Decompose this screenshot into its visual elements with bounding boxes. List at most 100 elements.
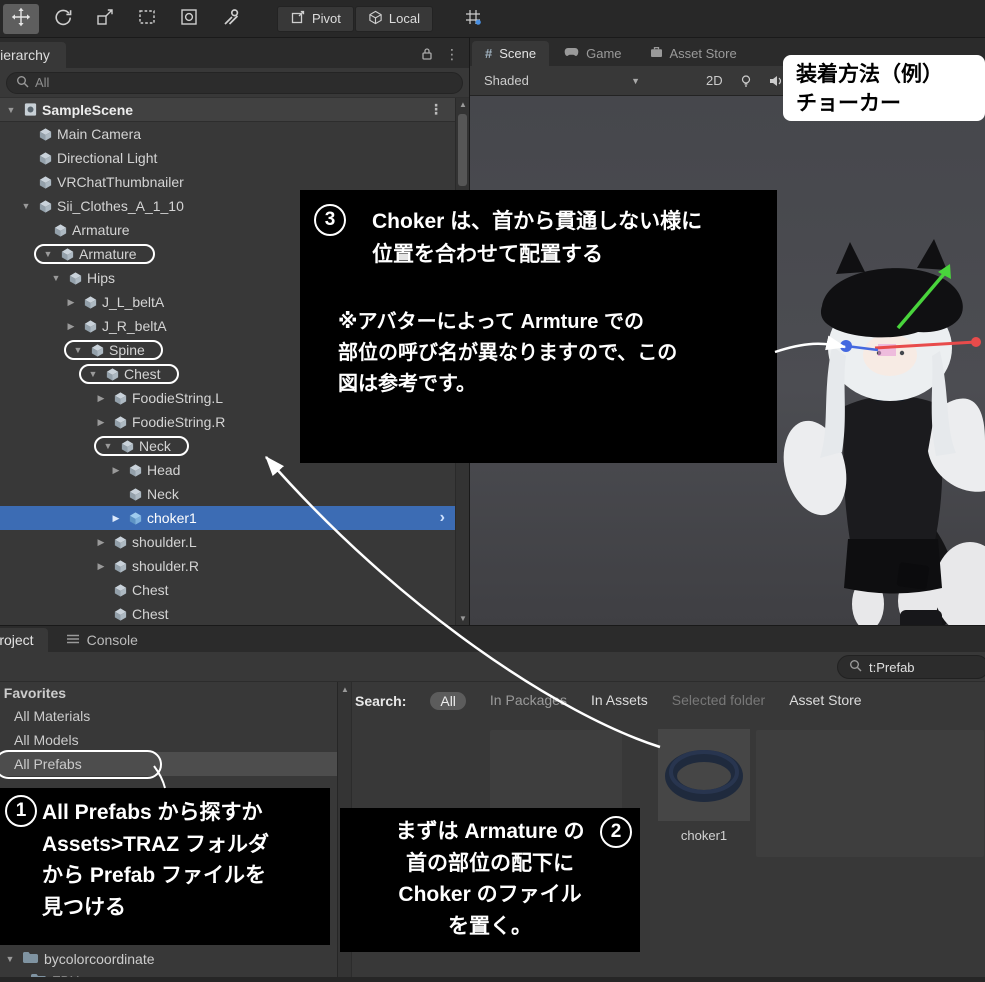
gamepad-icon bbox=[564, 46, 579, 61]
asset-tile-placeholder bbox=[756, 730, 984, 857]
tab-console-label: Console bbox=[87, 632, 138, 648]
project-search-input[interactable]: t:Prefab bbox=[837, 655, 985, 679]
foldout-open-icon[interactable]: ▼ bbox=[101, 441, 115, 451]
foldout-closed-icon[interactable]: ▶ bbox=[94, 393, 108, 404]
search-scope-asset-store[interactable]: Asset Store bbox=[789, 692, 861, 710]
lighting-toggle-icon[interactable] bbox=[739, 74, 753, 88]
shading-mode-label: Shaded bbox=[484, 73, 529, 88]
hierarchy-search-input[interactable]: All bbox=[6, 72, 463, 94]
hierarchy-item-shoulder-r[interactable]: ▶shoulder.R bbox=[0, 554, 455, 578]
hierarchy-item-shoulder-l[interactable]: ▶shoulder.L bbox=[0, 530, 455, 554]
rotate-tool-button[interactable] bbox=[45, 4, 81, 34]
foldout-closed-icon[interactable]: ▶ bbox=[94, 537, 108, 548]
scrollbar-thumb[interactable] bbox=[458, 114, 467, 186]
favorites-item-all-prefabs[interactable]: All Prefabs bbox=[0, 752, 337, 776]
annotation-text: 首の部位の配下に bbox=[350, 848, 630, 880]
tab-asset-store[interactable]: Asset Store bbox=[637, 41, 750, 66]
hierarchy-item-directional-light[interactable]: Directional Light bbox=[0, 146, 455, 170]
hierarchy-item-label: Armature bbox=[79, 246, 137, 262]
annotation-text: All Prefabs から探すか bbox=[42, 797, 322, 829]
annotation-text: から Prefab ファイルを bbox=[42, 860, 322, 892]
lock-icon[interactable] bbox=[421, 47, 433, 63]
transform-tool-button[interactable] bbox=[171, 4, 207, 34]
move-tool-button[interactable] bbox=[3, 4, 39, 34]
cube-icon bbox=[37, 174, 53, 190]
foldout-open-icon[interactable]: ▼ bbox=[41, 249, 55, 259]
tab-project-label: Project bbox=[0, 632, 34, 648]
hierarchy-item-neck[interactable]: Neck bbox=[0, 482, 455, 506]
foldout-closed-icon[interactable]: ▶ bbox=[109, 513, 123, 524]
foldout-closed-icon[interactable]: ▶ bbox=[94, 417, 108, 428]
cube-icon bbox=[112, 390, 128, 406]
scroll-up-icon[interactable]: ▲ bbox=[338, 685, 352, 694]
search-scope-in-assets[interactable]: In Assets bbox=[591, 692, 648, 710]
hierarchy-item-label: FoodieString.L bbox=[132, 390, 223, 406]
asset-label: choker1 bbox=[658, 828, 750, 843]
tab-scene-label: Scene bbox=[499, 46, 536, 61]
tab-hierarchy[interactable]: Hierarchy bbox=[0, 42, 66, 68]
project-tab-bar: Project Console bbox=[0, 626, 985, 652]
favorites-header[interactable]: ★ Favorites bbox=[0, 682, 337, 704]
rect-tool-button[interactable] bbox=[129, 4, 165, 34]
pivot-toggle-button[interactable]: Pivot bbox=[277, 6, 354, 32]
annotation-text: 見つける bbox=[42, 892, 322, 924]
annotation-text: を置く。 bbox=[350, 911, 630, 943]
scroll-down-icon[interactable]: ▼ bbox=[456, 614, 470, 623]
wrench-hammer-icon bbox=[221, 7, 241, 30]
foldout-open-icon[interactable]: ▼ bbox=[71, 345, 85, 355]
foldout-closed-icon[interactable]: ▶ bbox=[64, 297, 78, 308]
audio-toggle-icon[interactable] bbox=[769, 75, 783, 87]
hierarchy-item-chest[interactable]: Chest bbox=[0, 602, 455, 625]
search-icon bbox=[849, 659, 862, 675]
rotate-icon bbox=[53, 7, 73, 30]
hierarchy-item-label: Neck bbox=[147, 486, 179, 502]
grid-snap-button[interactable] bbox=[455, 4, 491, 34]
grid-icon bbox=[464, 8, 482, 29]
foldout-open-icon[interactable]: ▼ bbox=[4, 954, 16, 964]
shading-mode-dropdown[interactable]: Shaded ▼ bbox=[476, 70, 648, 92]
favorites-item-all-materials[interactable]: All Materials bbox=[0, 704, 337, 728]
tab-game[interactable]: Game bbox=[551, 41, 634, 66]
kebab-menu-icon[interactable]: ⋮ bbox=[429, 101, 443, 118]
hierarchy-item-label: VRChatThumbnailer bbox=[57, 174, 184, 190]
cube-icon bbox=[112, 606, 128, 622]
search-scope-selected-folder[interactable]: Selected folder bbox=[672, 692, 765, 710]
scroll-up-icon[interactable]: ▲ bbox=[456, 100, 470, 109]
annotation-step1: 1 All Prefabs から探すか Assets>TRAZ フォルダ から … bbox=[0, 788, 330, 945]
folder-row-bycolorcoordinate[interactable]: ▼ bycolorcoordinate bbox=[4, 948, 155, 970]
hierarchy-item-main-camera[interactable]: Main Camera bbox=[0, 122, 455, 146]
status-strip bbox=[0, 977, 985, 982]
hierarchy-item-chest[interactable]: Chest bbox=[0, 578, 455, 602]
tab-scene[interactable]: # Scene bbox=[472, 41, 549, 66]
foldout-open-icon[interactable]: ▼ bbox=[49, 273, 63, 283]
foldout-closed-icon[interactable]: ▶ bbox=[94, 561, 108, 572]
hierarchy-item-label: Chest bbox=[132, 606, 169, 622]
cube-icon bbox=[127, 462, 143, 478]
search-scope-all[interactable]: All bbox=[430, 692, 466, 710]
tab-project[interactable]: Project bbox=[0, 628, 48, 652]
cube-icon bbox=[104, 366, 120, 382]
foldout-closed-icon[interactable]: ▶ bbox=[109, 465, 123, 476]
foldout-closed-icon[interactable]: ▶ bbox=[64, 321, 78, 332]
step2-number-badge: 2 bbox=[600, 816, 632, 848]
asset-tile-choker1[interactable]: choker1 bbox=[658, 729, 750, 843]
hierarchy-item-label: J_R_beltA bbox=[102, 318, 167, 334]
hierarchy-item-samplescene[interactable]: ▼SampleScene⋮ bbox=[0, 98, 455, 122]
foldout-open-icon[interactable]: ▼ bbox=[4, 105, 18, 115]
custom-tools-button[interactable] bbox=[213, 4, 249, 34]
favorites-item-all-models[interactable]: All Models bbox=[0, 728, 337, 752]
2d-toggle-button[interactable]: 2D bbox=[706, 73, 723, 88]
cube-icon bbox=[112, 582, 128, 598]
search-scope-in-packages[interactable]: In Packages bbox=[490, 692, 567, 710]
scale-tool-button[interactable] bbox=[87, 4, 123, 34]
hierarchy-item-choker1[interactable]: ▶choker1› bbox=[0, 506, 455, 530]
tab-console[interactable]: Console bbox=[52, 628, 152, 652]
step1-number-badge: 1 bbox=[5, 795, 37, 827]
foldout-open-icon[interactable]: ▼ bbox=[86, 369, 100, 379]
kebab-menu-icon[interactable]: ⋮ bbox=[445, 46, 459, 63]
prefab-open-arrow-icon[interactable]: › bbox=[440, 509, 445, 527]
foldout-open-icon[interactable]: ▼ bbox=[19, 201, 33, 211]
favorites-header-label: Favorites bbox=[4, 685, 66, 701]
local-toggle-button[interactable]: Local bbox=[355, 6, 433, 32]
folder-icon bbox=[22, 951, 38, 967]
